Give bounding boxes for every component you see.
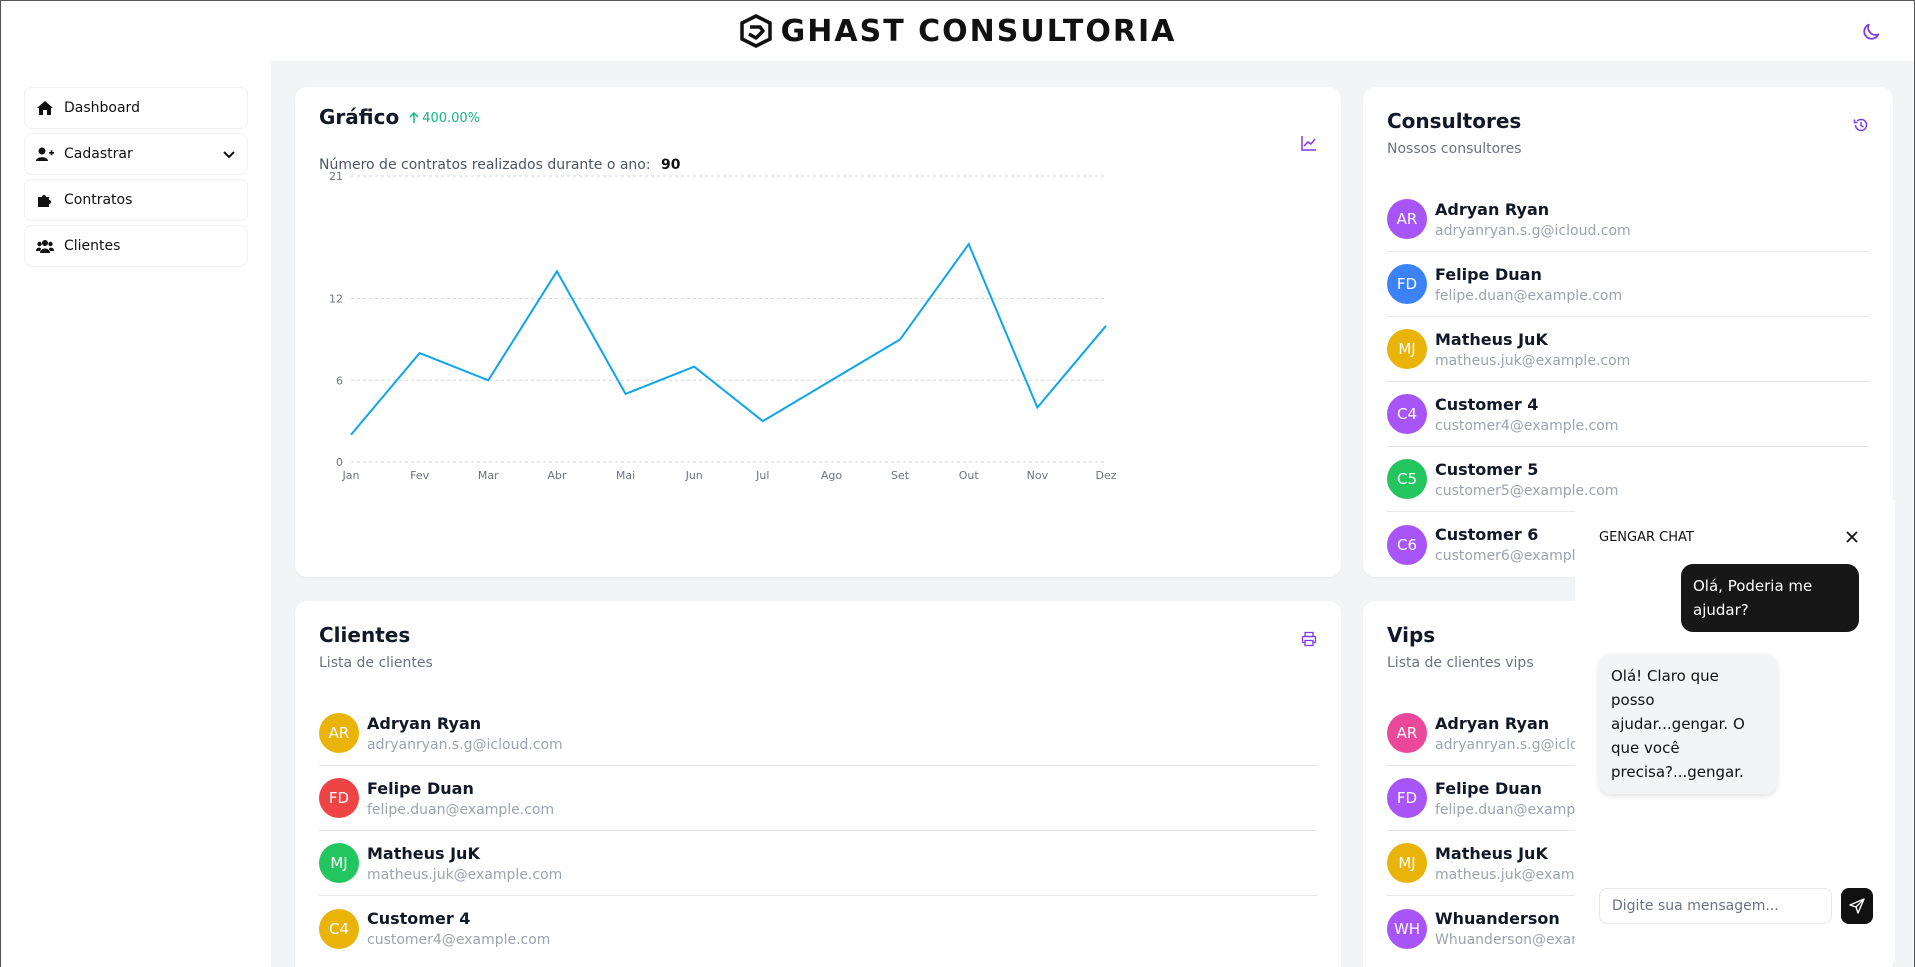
close-icon[interactable] — [1845, 530, 1859, 544]
consultores-title: Consultores — [1387, 109, 1522, 133]
chat-title: GENGAR CHAT — [1599, 530, 1694, 545]
user-message: Olá, Poderia me ajudar? — [1681, 564, 1859, 632]
sidebar-item-dashboard[interactable]: Dashboard — [24, 87, 248, 129]
history-icon[interactable] — [1853, 117, 1869, 133]
list-item[interactable]: AR Adryan Ryan adryanryan.s.g@icloud.com — [319, 701, 1317, 766]
sidebar-item-contratos[interactable]: Contratos — [24, 179, 248, 221]
avatar: C4 — [1387, 394, 1427, 434]
sidebar-item-label: Dashboard — [64, 100, 140, 116]
sidebar-item-label: Cadastrar — [64, 146, 133, 162]
person-name: Adryan Ryan — [367, 713, 482, 733]
person-email: customer4@example.com — [1435, 417, 1619, 434]
bot-message: Olá! Claro que posso ajudar...gengar. O … — [1599, 654, 1777, 794]
logo-icon — [739, 14, 772, 48]
list-item[interactable]: FD Felipe Duan felipe.duan@example.com — [319, 766, 1317, 831]
line-chart: 0 6 12 21 Jan Fev Mar Abr Mai Jun Jul Ago Set Out Nov D… — [329, 170, 1117, 482]
x-tick-label: Fev — [410, 469, 429, 482]
x-tick-label: Set — [891, 469, 910, 482]
person-email: matheus.juk@example.com — [1435, 352, 1631, 369]
x-tick-label: Out — [959, 469, 980, 482]
list-item[interactable]: C4 Customer 4 customer4@example.com — [319, 896, 1317, 961]
avatar: FD — [1387, 264, 1427, 304]
x-tick-label: Nov — [1027, 469, 1049, 482]
person-name: Felipe Duan — [1435, 264, 1542, 284]
avatar: AR — [319, 713, 359, 753]
users-icon — [36, 238, 54, 254]
list-item[interactable]: MJ Matheus JuK matheus.juk@example.com — [319, 831, 1317, 896]
avatar: WH — [1387, 908, 1427, 949]
clientes-subtitle: Lista de clientes — [319, 655, 433, 671]
x-tick-label: Jan — [342, 469, 360, 482]
send-icon — [1849, 898, 1865, 914]
avatar: AR — [1387, 199, 1427, 239]
series-line — [350, 242, 1107, 436]
user-plus-icon — [36, 146, 54, 162]
person-name: Felipe Duan — [367, 778, 474, 798]
person-email: customer4@example.com — [367, 932, 551, 948]
list-item[interactable]: MJ Matheus JuK matheus.juk@example.com — [1387, 317, 1869, 382]
avatar: C6 — [1387, 524, 1427, 565]
send-button[interactable] — [1841, 888, 1873, 924]
person-email: adryanryan.s.g@icloud.com — [367, 736, 563, 753]
avatar: MJ — [1387, 329, 1427, 369]
list-item[interactable]: C4 Customer 4 customer4@example.com — [1387, 382, 1869, 447]
chart-card: Gráfico 400.00% Número de contratos real… — [295, 87, 1341, 577]
moon-icon[interactable] — [1860, 21, 1882, 43]
y-tick-label: 6 — [336, 374, 343, 387]
brand[interactable]: GHAST CONSULTORIA — [739, 14, 1177, 49]
consultores-subtitle: Nossos consultores — [1387, 141, 1522, 157]
chat-window: GENGAR CHAT Olá, Poderia me ajudar? Olá!… — [1575, 500, 1895, 962]
clientes-card: Clientes Lista de clientes AR Adryan Rya… — [295, 601, 1341, 967]
clientes-title: Clientes — [319, 623, 411, 647]
home-icon — [36, 100, 54, 116]
x-tick-label: Abr — [547, 469, 567, 482]
sidebar-item-clientes[interactable]: Clientes — [24, 225, 248, 267]
x-tick-label: Mar — [478, 469, 499, 482]
clientes-list: AR Adryan Ryan adryanryan.s.g@icloud.com … — [319, 701, 1317, 961]
avatar: FD — [1387, 778, 1427, 818]
x-tick-label: Ago — [821, 469, 843, 482]
y-tick-label: 12 — [329, 293, 343, 306]
chevron-down-icon — [223, 151, 235, 159]
vips-subtitle: Lista de clientes vips — [1387, 655, 1534, 671]
sidebar-item-label: Contratos — [64, 192, 133, 208]
sidebar-item-cadastrar[interactable]: Cadastrar — [24, 133, 248, 175]
person-name: Customer 4 — [367, 909, 471, 928]
avatar: C5 — [1387, 459, 1427, 499]
list-item[interactable]: AR Adryan Ryan adryanryan.s.g@icloud.com — [1387, 187, 1869, 252]
sidebar: Dashboard Cadastrar Contratos Clientes — [1, 61, 271, 967]
top-header: GHAST CONSULTORIA — [1, 1, 1914, 61]
person-email: felipe.duan@example.com — [367, 801, 555, 818]
person-name: Customer 5 — [1435, 459, 1539, 479]
puzzle-icon — [36, 192, 54, 208]
person-name: Customer 4 — [1435, 394, 1539, 414]
x-tick-label: Dez — [1095, 469, 1116, 482]
person-name: Matheus JuK — [367, 843, 480, 863]
x-tick-label: Jun — [685, 469, 703, 482]
person-name: Adryan Ryan — [1435, 199, 1550, 219]
person-email: adryanryan.s.g@icloud.com — [1435, 222, 1631, 239]
avatar: MJ — [319, 843, 359, 883]
y-tick-label: 0 — [336, 456, 343, 469]
x-tick-label: Mai — [616, 469, 635, 482]
avatar: AR — [1387, 713, 1427, 753]
x-tick-label: Jul — [755, 469, 769, 482]
printer-icon[interactable] — [1301, 631, 1317, 647]
person-email: customer5@example.com — [1435, 482, 1619, 499]
brand-name: GHAST CONSULTORIA — [780, 13, 1177, 49]
list-item[interactable]: FD Felipe Duan felipe.duan@example.com — [1387, 252, 1869, 317]
sidebar-item-label: Clientes — [64, 238, 121, 254]
person-email: felipe.duan@example.com — [1435, 287, 1623, 304]
vips-title: Vips — [1387, 623, 1436, 647]
person-name: Matheus JuK — [1435, 329, 1548, 349]
person-email: matheus.juk@example.com — [367, 866, 563, 883]
avatar: FD — [319, 778, 359, 818]
chat-input[interactable] — [1599, 888, 1832, 924]
y-tick-label: 21 — [329, 170, 343, 183]
avatar: MJ — [1387, 843, 1427, 883]
avatar: C4 — [319, 908, 359, 949]
